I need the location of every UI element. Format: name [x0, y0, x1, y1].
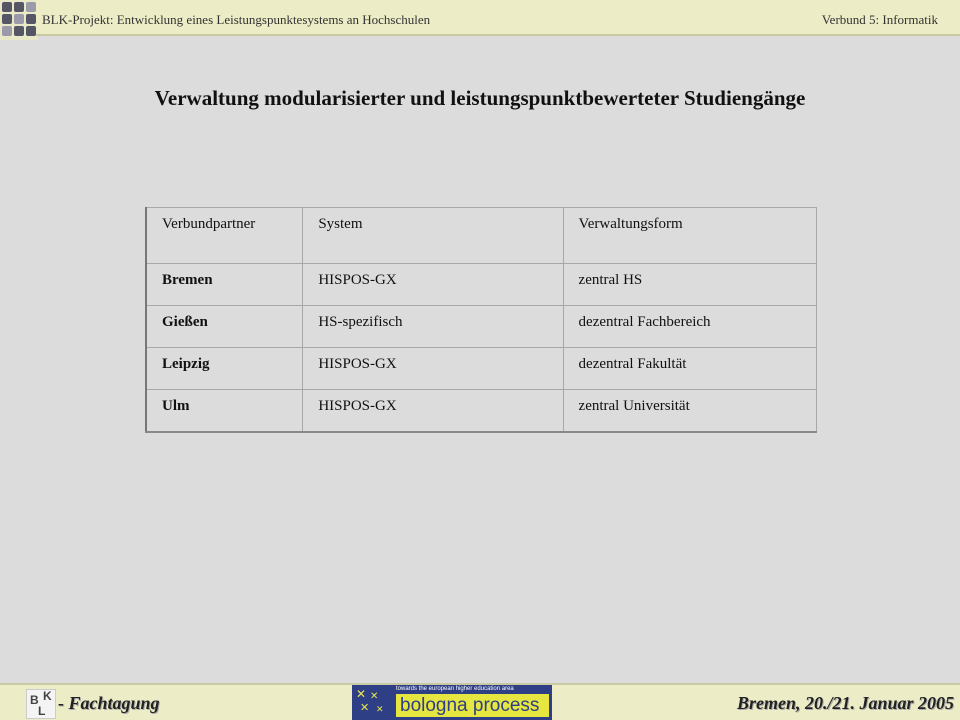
bologna-tagline: towards the european higher education ar…: [396, 686, 514, 692]
blk-logo-icon: B K L: [26, 689, 56, 719]
footer-date-location: Bremen, 20./21. Januar 2005: [736, 693, 954, 713]
table-row: Ulm HISPOS-GX zentral Universität: [145, 389, 818, 433]
bologna-brand: bologna process: [396, 694, 549, 717]
slide-title: Verwaltung modularisierter und leistungs…: [154, 86, 806, 110]
cell-partner: Gießen: [145, 305, 304, 348]
cell-system: HISPOS-GX: [302, 389, 564, 433]
table-row: Bremen HISPOS-GX zentral HS: [145, 263, 818, 306]
cell-system: HISPOS-GX: [302, 263, 564, 306]
column-header-system: System: [302, 207, 564, 264]
cell-form: dezentral Fachbereich: [562, 305, 818, 348]
blk-logo-letter-l: L: [38, 704, 46, 718]
grid-squares-logo-icon: [0, 0, 38, 40]
cell-system: HS-spezifisch: [302, 305, 564, 348]
logo-square: [2, 14, 12, 24]
logo-square: [2, 26, 12, 36]
header-group-label: Verbund 5: Informatik: [821, 12, 938, 27]
cell-system: HISPOS-GX: [302, 347, 564, 390]
logo-square: [26, 2, 36, 12]
partner-table: Verbundpartner System Verwaltungsform Br…: [145, 207, 818, 433]
logo-square: [14, 26, 24, 36]
table-row: Leipzig HISPOS-GX dezentral Fakultät: [145, 347, 818, 390]
logo-square: [26, 14, 36, 24]
partner-table-container: Verbundpartner System Verwaltungsform Br…: [145, 207, 818, 433]
bologna-star-icon: ✕ ✕ ✕ ✕: [356, 687, 384, 714]
bologna-process-logo: ✕ ✕ ✕ ✕ towards the european higher educ…: [352, 685, 552, 720]
column-header-form: Verwaltungsform: [562, 207, 818, 264]
cell-partner: Bremen: [145, 263, 304, 306]
logo-square: [14, 2, 24, 12]
cell-form: zentral HS: [562, 263, 818, 306]
slide-header: BLK-Projekt: Entwicklung eines Leistungs…: [0, 0, 960, 40]
cell-partner: Ulm: [145, 389, 304, 433]
column-header-partner: Verbundpartner: [145, 207, 304, 264]
logo-square: [2, 2, 12, 12]
logo-square: [26, 26, 36, 36]
cell-form: zentral Universität: [562, 389, 818, 433]
table-header-row: Verbundpartner System Verwaltungsform: [145, 207, 818, 264]
cell-form: dezentral Fakultät: [562, 347, 818, 390]
footer-event-label: - Fachtagung: [58, 693, 160, 713]
header-project-title: BLK-Projekt: Entwicklung eines Leistungs…: [42, 12, 431, 27]
table-row: Gießen HS-spezifisch dezentral Fachberei…: [145, 305, 818, 348]
cell-partner: Leipzig: [145, 347, 304, 390]
blk-logo-letter-k: K: [43, 689, 52, 703]
logo-square: [14, 14, 24, 24]
